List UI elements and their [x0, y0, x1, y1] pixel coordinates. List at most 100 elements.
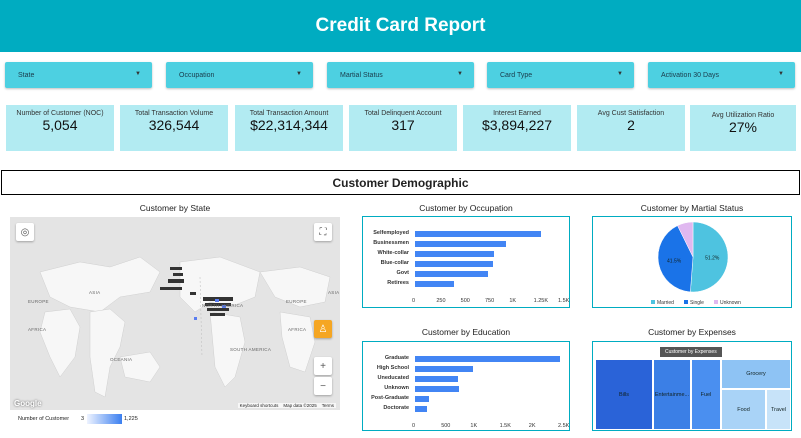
- map-label-south-america: SOUTH AMERICA: [230, 347, 272, 352]
- education-chart-title: Customer by Education: [421, 327, 511, 337]
- occupation-bar[interactable]: [415, 271, 488, 277]
- google-logo: Google: [14, 399, 42, 408]
- treemap-cell-bills[interactable]: Bills: [595, 359, 653, 430]
- zoom-in-button[interactable]: +: [314, 357, 332, 375]
- occupation-chart: Selfemployed Businessmen White-collar Blue-…: [362, 216, 570, 308]
- occupation-x-tick: 1.25K: [533, 298, 549, 304]
- education-x-tick: 1K: [470, 423, 478, 429]
- activation-filter-label: Activation 30 Days: [661, 71, 719, 79]
- occupation-filter-label: Occupation: [179, 71, 215, 79]
- treemap-cell-food[interactable]: Food: [721, 389, 766, 430]
- occupation-x-tick: 750: [485, 298, 495, 304]
- chevron-down-icon: ▼: [457, 71, 463, 77]
- kpi-label: Total Delinquent Account: [364, 110, 442, 117]
- treemap-cell-entertainment[interactable]: Entertainme...: [653, 359, 691, 430]
- fullscreen-icon[interactable]: ⛶: [314, 223, 332, 241]
- occupation-chart-title: Customer by Occupation: [419, 203, 513, 213]
- treemap-cell-fuel[interactable]: Fuel: [691, 359, 721, 430]
- map-title: Customer by State: [139, 203, 211, 213]
- legend-label: Unknown: [720, 300, 741, 306]
- education-category-label: Post-Graduate: [371, 395, 409, 401]
- chevron-down-icon: ▼: [778, 71, 784, 77]
- education-bar[interactable]: [415, 396, 430, 402]
- education-category-label: Doctorate: [383, 405, 409, 411]
- filter-bar: State ▼ Occupation ▼ Martial Status ▼ Ca…: [5, 62, 795, 88]
- legend-swatch: [684, 300, 688, 304]
- map-label-north-america: NORTH AMERICA: [202, 303, 244, 308]
- terms-link[interactable]: Terms: [322, 403, 334, 408]
- education-bar[interactable]: [415, 366, 474, 372]
- education-bar[interactable]: [415, 406, 428, 412]
- keyboard-shortcuts-link[interactable]: Keyboard shortcuts: [240, 403, 279, 408]
- martial-status-chart: 51.2% 41.5% Married Single Unknown: [592, 216, 792, 308]
- occupation-bar[interactable]: [415, 241, 506, 247]
- education-category-label: Uneducated: [377, 375, 409, 381]
- map-label-oceania: OCEANIA: [110, 357, 133, 362]
- map-legend-gradient: [87, 414, 122, 424]
- section-heading: Customer Demographic: [1, 170, 800, 195]
- education-bar[interactable]: [415, 376, 459, 382]
- treemap-cell-grocery[interactable]: Grocery: [721, 359, 791, 389]
- kpi-row: Number of Customer (NOC) 5,054 Total Tra…: [6, 105, 796, 151]
- treemap-cell-travel[interactable]: Travel: [766, 389, 791, 430]
- map-legend-min: 3: [81, 416, 85, 422]
- education-category-label: Unknown: [384, 385, 409, 391]
- occupation-bar[interactable]: [415, 281, 454, 287]
- zoom-out-button[interactable]: −: [314, 377, 332, 395]
- occupation-category-label: Selfemployed: [373, 230, 409, 236]
- map-label-europe: EUROPE: [28, 299, 49, 304]
- occupation-category-label: White-collar: [377, 250, 409, 256]
- map-label-asia-east: ASIA: [328, 290, 340, 295]
- kpi-label: Total Transaction Amount: [249, 110, 329, 117]
- kpi-value: 317: [391, 117, 415, 133]
- map-legend-label: Number of Customer: [18, 416, 70, 422]
- education-bar[interactable]: [415, 386, 460, 392]
- kpi-card-satisfaction: Avg Cust Satisfaction 2: [577, 105, 685, 151]
- martial-status-filter[interactable]: Martial Status ▼: [327, 62, 474, 88]
- report-title: Credit Card Report: [315, 15, 486, 36]
- occupation-category-label: Retirees: [387, 280, 409, 286]
- legend-swatch: [651, 300, 655, 304]
- occupation-category-label: Businessmen: [373, 240, 409, 246]
- legend-label: Married: [657, 300, 674, 306]
- occupation-filter[interactable]: Occupation ▼: [166, 62, 313, 88]
- activation-filter[interactable]: Activation 30 Days ▼: [648, 62, 795, 88]
- occupation-bar[interactable]: [415, 261, 493, 267]
- map-label-asia: ASIA: [89, 290, 101, 295]
- kpi-label: Avg Cust Satisfaction: [597, 110, 665, 117]
- kpi-value: 326,544: [148, 117, 200, 133]
- pie-svg: 51.2% 41.5% Married Single Unknown: [651, 221, 741, 306]
- map-attribution: Keyboard shortcuts Map data ©2025 Terms: [237, 403, 336, 408]
- occupation-category-label: Blue-collar: [380, 260, 409, 266]
- map-label-africa: AFRICA: [28, 327, 47, 332]
- expenses-chart-title: Customer by Expenses: [648, 327, 736, 337]
- occupation-category-label: Govt: [396, 270, 409, 276]
- card-type-filter[interactable]: Card Type ▼: [487, 62, 634, 88]
- occupation-bar[interactable]: [415, 251, 495, 257]
- kpi-card-interest: Interest Earned $3,894,227: [463, 105, 571, 151]
- education-x-tick: 2K: [528, 423, 536, 429]
- pegman-icon[interactable]: ♙: [314, 320, 332, 338]
- state-filter[interactable]: State ▼: [5, 62, 152, 88]
- education-bar[interactable]: [415, 356, 560, 362]
- world-map-graphic: [10, 217, 340, 410]
- occupation-x-tick: 1.5K: [558, 298, 570, 304]
- education-x-tick: 2.5K: [558, 423, 570, 429]
- map-label-europe-east: EUROPE: [286, 299, 307, 304]
- kpi-value: $22,314,344: [250, 117, 328, 133]
- kpi-card-amount: Total Transaction Amount $22,314,344: [235, 105, 343, 151]
- pie-data-label: 51.2%: [705, 256, 720, 262]
- map-data-text: Map data ©2025: [283, 403, 317, 408]
- map-legend-max: 1,225: [124, 416, 138, 422]
- occupation-bar[interactable]: [415, 231, 541, 237]
- chevron-down-icon: ▼: [135, 71, 141, 77]
- occupation-x-tick: 1K: [509, 298, 517, 304]
- card-type-filter-label: Card Type: [500, 71, 533, 79]
- state-map[interactable]: EUROPE ASIA AFRICA OCEANIA NORTH AMERICA…: [10, 217, 340, 410]
- kpi-value: 27%: [728, 119, 758, 135]
- kpi-card-noc: Number of Customer (NOC) 5,054: [6, 105, 114, 151]
- occupation-x-tick: 500: [460, 298, 470, 304]
- map-label-africa-east: AFRICA: [288, 327, 307, 332]
- locate-icon[interactable]: ◎: [16, 223, 34, 241]
- martial-status-filter-label: Martial Status: [340, 71, 383, 79]
